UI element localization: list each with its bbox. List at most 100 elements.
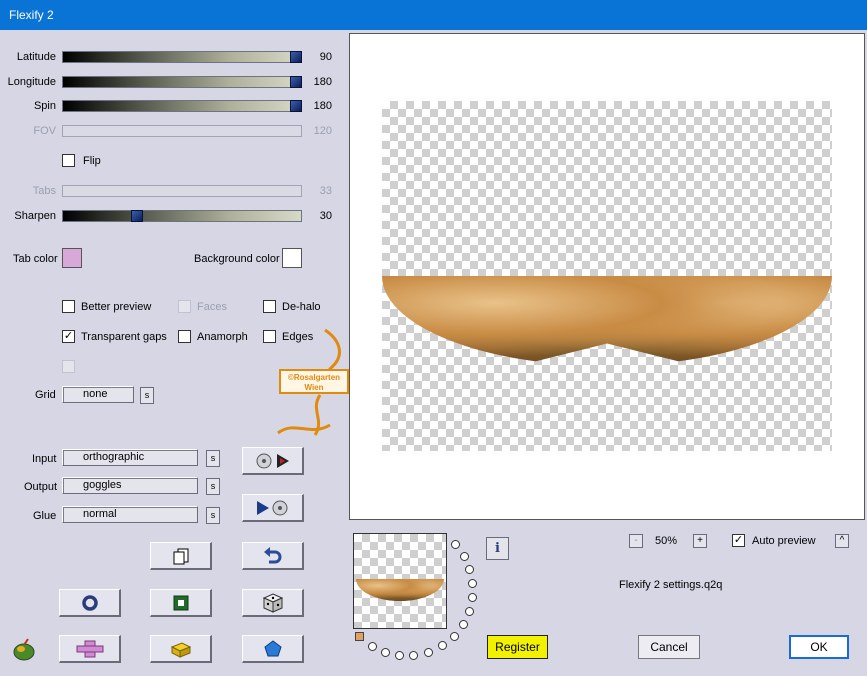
- sharpen-thumb[interactable]: [131, 210, 143, 222]
- grid-select[interactable]: none: [62, 386, 134, 403]
- flexify-dialog: Flexify 2 Latitude 90 Longitude 180 Spin…: [0, 0, 867, 676]
- auto-preview-checkbox[interactable]: ✓: [732, 534, 745, 547]
- info-icon: i: [495, 541, 500, 556]
- anamorph-checkbox[interactable]: [178, 330, 191, 343]
- zoom-value: 50%: [655, 535, 678, 547]
- random-button[interactable]: [242, 589, 304, 617]
- de-halo-label: De-halo: [282, 301, 321, 313]
- navigator-thumbnail[interactable]: [353, 533, 447, 629]
- glue-select[interactable]: normal: [62, 506, 198, 523]
- transparent-gaps-label: Transparent gaps: [81, 331, 167, 343]
- brick-button[interactable]: [150, 635, 212, 663]
- fov-value: 120: [313, 125, 332, 137]
- grid-label: Grid: [35, 389, 56, 401]
- faces-label: Faces: [197, 301, 227, 313]
- input-select[interactable]: orthographic: [62, 449, 198, 466]
- flip-label: Flip: [83, 155, 101, 167]
- latitude-label: Latitude: [16, 51, 56, 63]
- latitude-slider[interactable]: [62, 51, 302, 63]
- zoom-in-button[interactable]: +: [693, 534, 707, 548]
- output-select[interactable]: goggles: [62, 477, 198, 494]
- frame-start-marker[interactable]: [355, 632, 364, 641]
- anamorph-label: Anamorph: [197, 331, 248, 343]
- longitude-thumb[interactable]: [290, 76, 302, 88]
- undo-button[interactable]: [242, 542, 304, 570]
- window-title: Flexify 2: [9, 8, 54, 22]
- frame-dot-8[interactable]: [450, 632, 459, 641]
- grid-s-button[interactable]: s: [140, 387, 154, 404]
- sharpen-slider[interactable]: [62, 210, 302, 222]
- frame-dot-3[interactable]: [465, 565, 474, 574]
- input-s-button[interactable]: s: [206, 450, 220, 467]
- frame-dot-10[interactable]: [424, 648, 433, 657]
- ring-icon: [81, 594, 98, 611]
- ring-button[interactable]: [59, 589, 121, 617]
- fov-label: FOV: [33, 125, 56, 137]
- zoom-out-button[interactable]: -: [629, 534, 643, 548]
- transparent-gaps-checkbox[interactable]: ✓: [62, 330, 75, 343]
- copy-pages-icon: [173, 548, 188, 564]
- frame-dot-1[interactable]: [451, 540, 460, 549]
- square-button[interactable]: [150, 589, 212, 617]
- frame-dot-4[interactable]: [468, 579, 477, 588]
- flip-checkbox[interactable]: [62, 154, 75, 167]
- watermark-line2: Wien: [304, 383, 324, 392]
- collapse-button[interactable]: ^: [835, 534, 849, 548]
- dice-icon: [262, 592, 283, 613]
- latitude-thumb[interactable]: [290, 51, 302, 63]
- better-preview-label: Better preview: [81, 301, 152, 313]
- output-value: goggles: [83, 479, 122, 491]
- disc-play-icon: [256, 453, 289, 468]
- input-value: orthographic: [83, 451, 145, 463]
- frame-dot-11[interactable]: [409, 651, 418, 660]
- pink-cross-icon: [76, 640, 103, 657]
- info-button[interactable]: i: [486, 537, 509, 560]
- fov-slider: [62, 125, 302, 137]
- main-preview[interactable]: [349, 33, 865, 520]
- background-color-swatch[interactable]: [282, 248, 302, 268]
- output-label: Output: [24, 481, 58, 493]
- load-preset-button[interactable]: [242, 447, 304, 475]
- tab-color-swatch[interactable]: [62, 248, 82, 268]
- green-square-icon: [173, 595, 188, 610]
- frame-dot-6[interactable]: [465, 607, 474, 616]
- spin-slider[interactable]: [62, 100, 302, 112]
- glue-value: normal: [83, 508, 117, 520]
- better-preview-checkbox[interactable]: [62, 300, 75, 313]
- plus-button[interactable]: [59, 635, 121, 663]
- yellow-brick-icon: [170, 641, 191, 658]
- de-halo-checkbox[interactable]: [263, 300, 276, 313]
- cancel-button[interactable]: Cancel: [638, 635, 700, 659]
- tabs-label: Tabs: [32, 185, 56, 197]
- ok-button[interactable]: OK: [789, 635, 849, 659]
- input-label: Input: [32, 453, 57, 465]
- pentagon-button[interactable]: [242, 635, 304, 663]
- save-preset-button[interactable]: [242, 494, 304, 522]
- longitude-slider[interactable]: [62, 76, 302, 88]
- sharpen-label: Sharpen: [14, 210, 56, 222]
- frame-dot-13[interactable]: [381, 648, 390, 657]
- spin-label: Spin: [33, 100, 56, 112]
- auto-preview-label: Auto preview: [752, 535, 816, 547]
- settings-filename: Flexify 2 settings.q2q: [619, 579, 723, 591]
- frame-dot-14[interactable]: [368, 642, 377, 651]
- plugin-logo-icon: [13, 638, 35, 661]
- glue-s-button[interactable]: s: [206, 507, 220, 524]
- tabs-value: 33: [319, 185, 332, 197]
- frame-dot-7[interactable]: [459, 620, 468, 629]
- copy-button[interactable]: [150, 542, 212, 570]
- title-bar: Flexify 2: [0, 0, 867, 30]
- frame-dot-12[interactable]: [395, 651, 404, 660]
- glue-label: Glue: [33, 510, 57, 522]
- extra-disabled-checkbox: [62, 360, 75, 373]
- spin-thumb[interactable]: [290, 100, 302, 112]
- frame-dot-5[interactable]: [468, 593, 477, 602]
- sharpen-value: 30: [319, 210, 332, 222]
- output-s-button[interactable]: s: [206, 478, 220, 495]
- register-button[interactable]: Register: [487, 635, 548, 659]
- grid-value: none: [83, 388, 108, 400]
- spin-value: 180: [313, 100, 332, 112]
- frame-dot-9[interactable]: [438, 641, 447, 650]
- frame-dot-2[interactable]: [460, 552, 469, 561]
- navigator-image: [356, 579, 444, 601]
